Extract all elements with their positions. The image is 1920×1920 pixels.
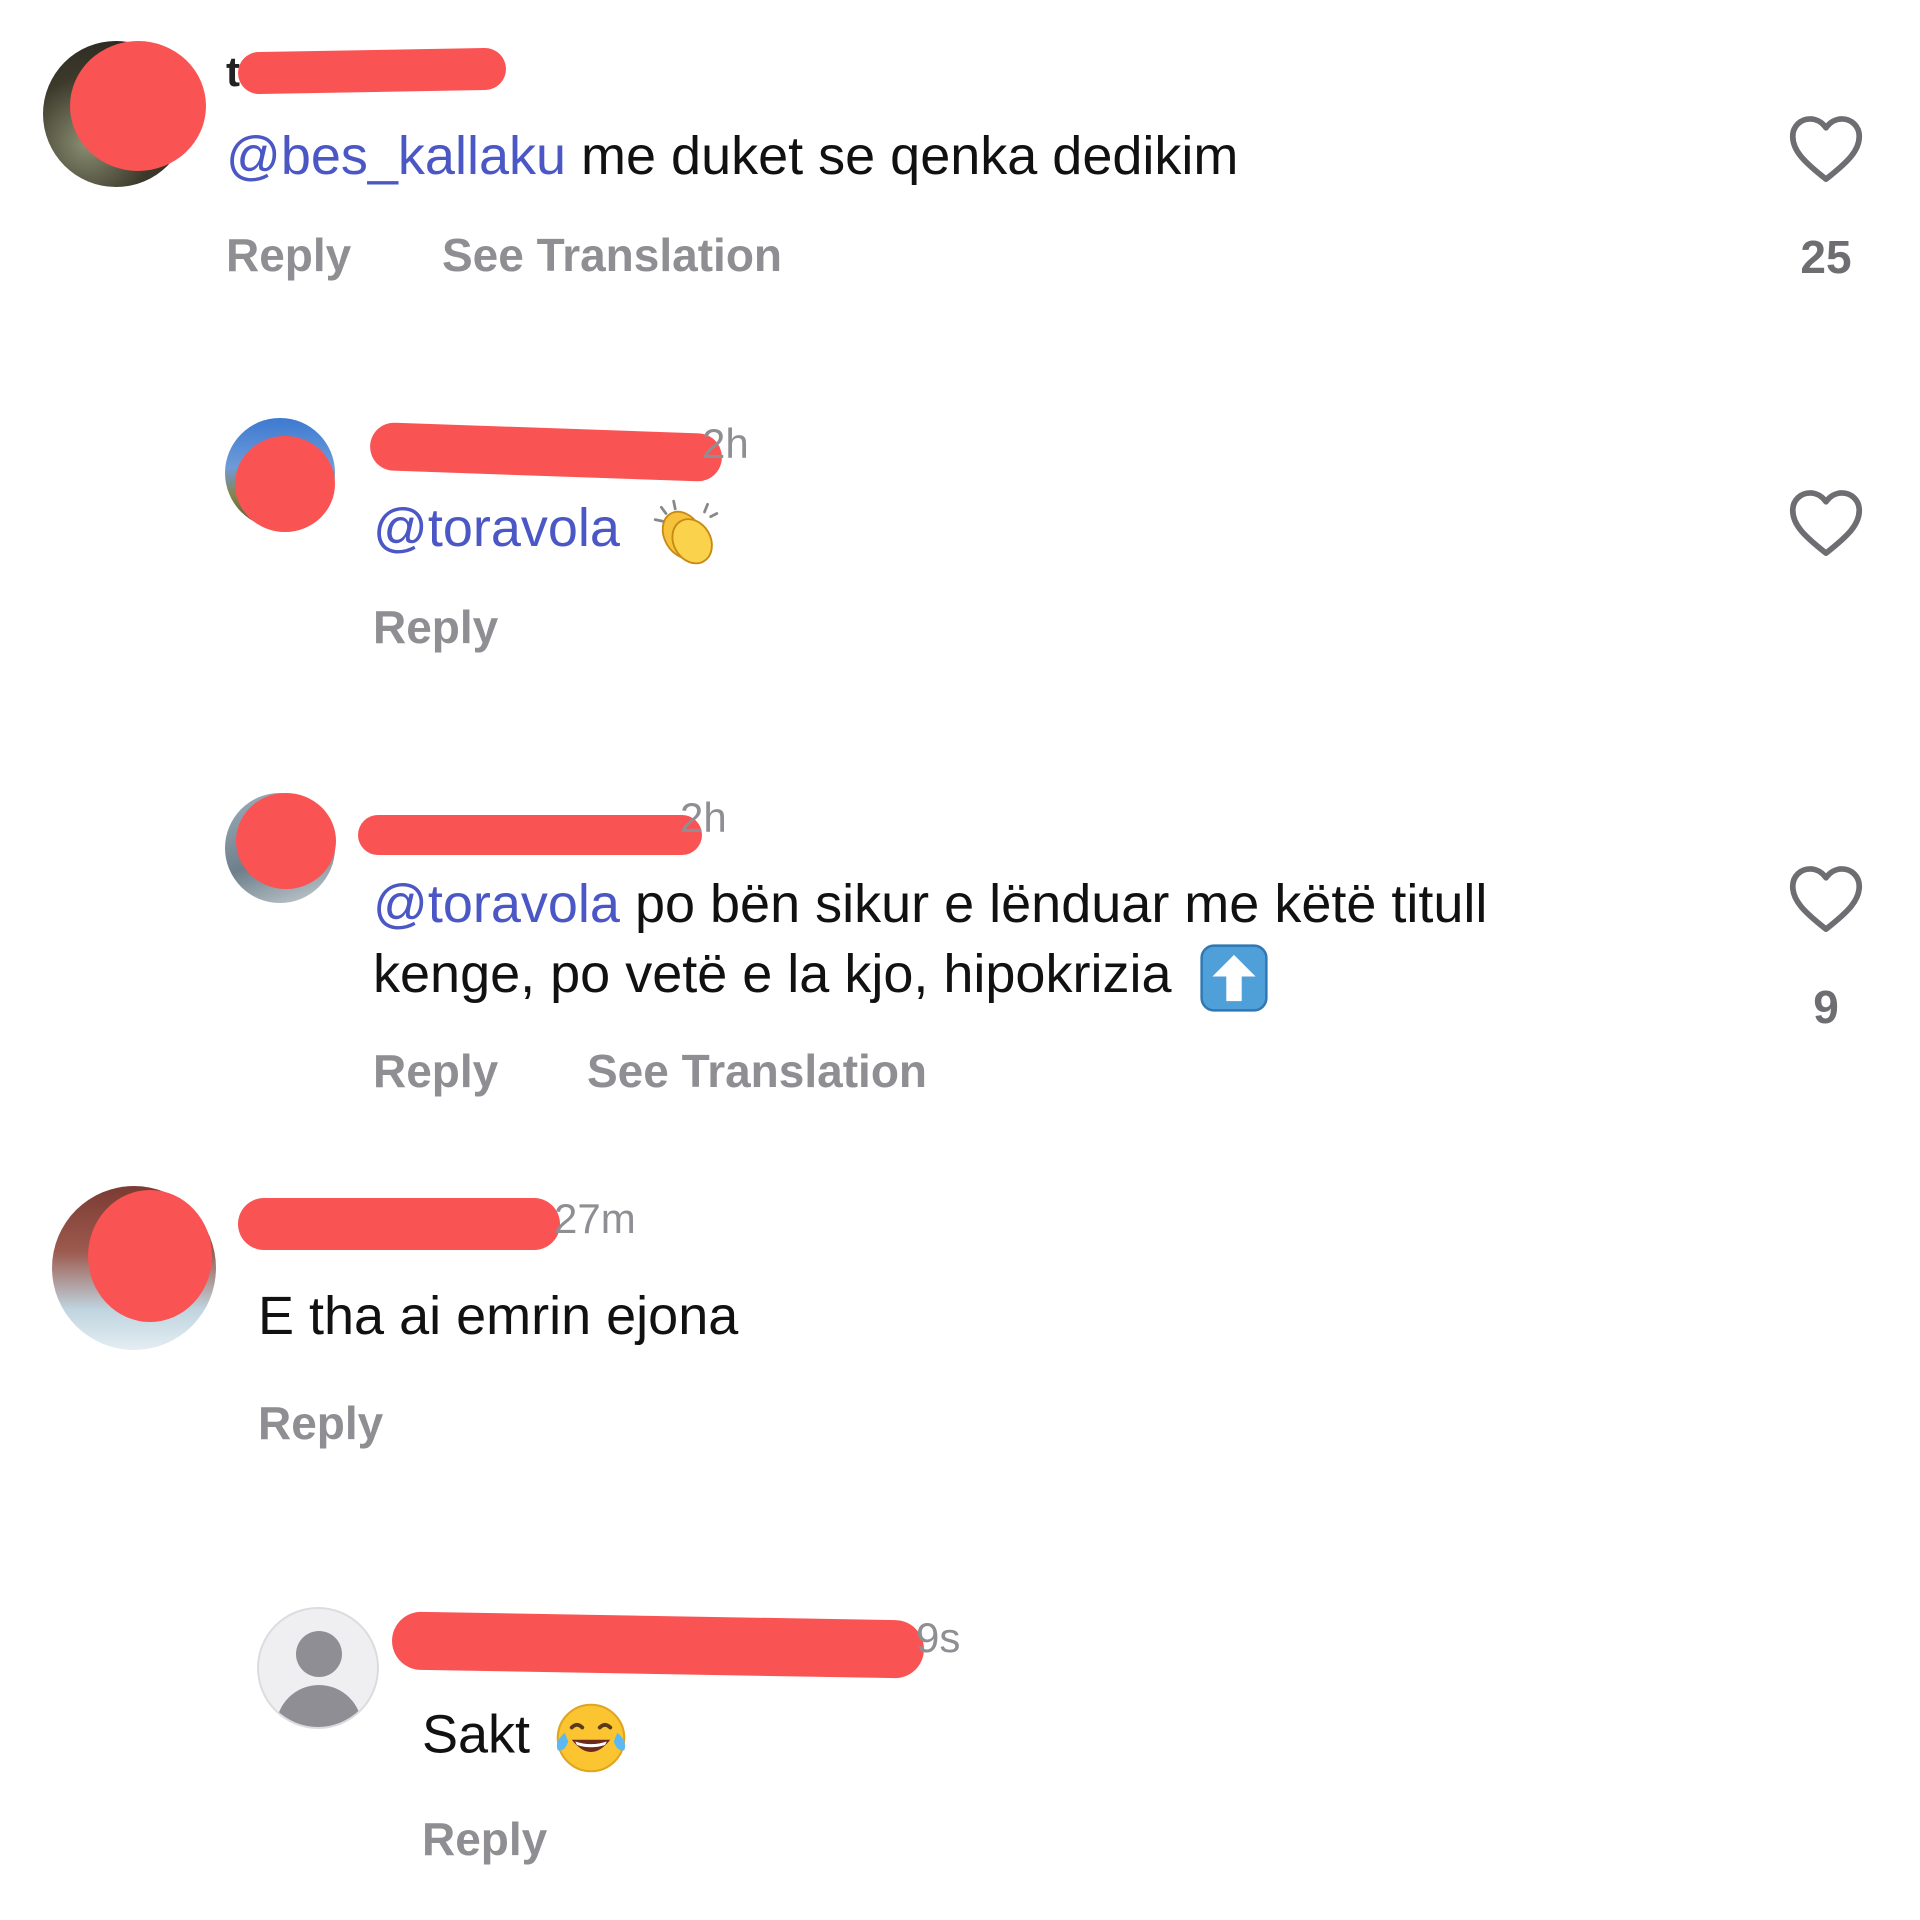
comment-text: @bes_kallaku me duket se qenka dedikim — [226, 122, 1238, 190]
heart-icon[interactable] — [1788, 488, 1864, 558]
see-translation-button[interactable]: See Translation — [587, 1044, 927, 1098]
face-with-tears-of-joy-icon — [556, 1703, 626, 1773]
comment-text: E tha ai emrin ejona — [258, 1286, 739, 1346]
redaction-mark — [235, 436, 335, 532]
redaction-mark — [88, 1190, 212, 1322]
comment-body: me duket se qenka dedikim — [566, 126, 1239, 186]
heart-icon[interactable] — [1788, 114, 1864, 184]
comment-text: @toravola po bën sikur e lënduar me këtë… — [373, 870, 1487, 938]
see-translation-button[interactable]: See Translation — [442, 228, 782, 282]
timestamp: 27m — [554, 1195, 636, 1242]
comment-text-line-2: kenge, po vetë e la kjo, hipokrizia — [373, 940, 1271, 1015]
clapping-hands-icon — [653, 499, 719, 564]
avatar[interactable] — [257, 1607, 379, 1729]
redaction-mark — [369, 421, 723, 483]
default-avatar-head — [296, 1631, 342, 1677]
redaction-mark — [236, 793, 336, 889]
up-arrow-icon — [1199, 944, 1268, 1012]
mention-link[interactable]: @bes_kallaku — [226, 126, 566, 186]
timestamp: 2h — [702, 420, 749, 467]
comment-text: @toravola — [373, 494, 723, 569]
redaction-mark — [70, 41, 206, 171]
timestamp: 9s — [916, 1614, 961, 1661]
reply-button[interactable]: Reply — [373, 600, 498, 654]
default-avatar-body — [276, 1685, 362, 1727]
redaction-mark — [238, 1198, 560, 1250]
mention-link[interactable]: @toravola — [373, 498, 620, 558]
comment-text: Sakt — [422, 1696, 633, 1780]
reply-button[interactable]: Reply — [226, 228, 351, 282]
timestamp: 2h — [680, 794, 727, 841]
comment-body-line-2: kenge, po vetë e la kjo, hipokrizia — [373, 944, 1172, 1004]
like-count: 25 — [1800, 231, 1852, 283]
comment-body: Sakt — [422, 1704, 531, 1765]
redaction-mark — [358, 815, 702, 855]
like-count: 9 — [1813, 981, 1839, 1033]
reply-button[interactable]: Reply — [422, 1812, 547, 1866]
heart-icon[interactable] — [1788, 864, 1864, 934]
reply-button[interactable]: Reply — [373, 1044, 498, 1098]
comment-body-line-1: po bën sikur e lënduar me këtë titull — [619, 874, 1488, 934]
reply-button[interactable]: Reply — [258, 1396, 383, 1450]
redaction-mark — [391, 1611, 925, 1679]
redaction-mark — [237, 47, 507, 95]
mention-link[interactable]: @toravola — [373, 874, 620, 934]
